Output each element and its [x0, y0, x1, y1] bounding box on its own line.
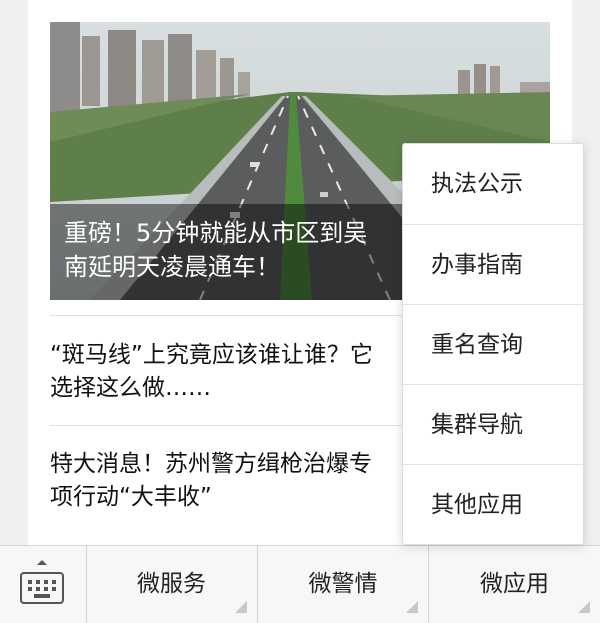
- submenu-indicator-icon: [578, 601, 590, 613]
- tab-label: 微应用: [480, 571, 549, 597]
- keyboard-toggle-button[interactable]: [0, 546, 87, 623]
- submenu-popup: 执法公示 办事指南 重名查询 集群导航 其他应用: [402, 143, 584, 545]
- menu-item-label: 办事指南: [431, 252, 523, 278]
- menu-item-cluster-nav[interactable]: 集群导航: [403, 384, 583, 464]
- menu-item-label: 集群导航: [431, 412, 523, 438]
- menu-item-label: 其他应用: [431, 492, 523, 518]
- tab-wei-app[interactable]: 微应用: [429, 546, 600, 623]
- tab-wei-service[interactable]: 微服务: [86, 546, 258, 623]
- menu-item-name-query[interactable]: 重名查询: [403, 304, 583, 384]
- tab-label: 微警情: [308, 571, 378, 597]
- menu-item-service-guide[interactable]: 办事指南: [403, 224, 583, 304]
- bottom-menu-bar: 微服务 微警情 微应用: [0, 545, 600, 623]
- caret-up-icon: [37, 560, 47, 565]
- menu-item-label: 重名查询: [431, 332, 523, 358]
- submenu-indicator-icon: [235, 601, 247, 613]
- keyboard-icon: [20, 572, 64, 604]
- tab-label: 微服务: [137, 571, 206, 597]
- menu-item-enforcement-notice[interactable]: 执法公示: [403, 144, 583, 224]
- menu-item-other-apps[interactable]: 其他应用: [403, 464, 583, 544]
- menu-item-label: 执法公示: [431, 171, 523, 197]
- tab-wei-alert[interactable]: 微警情: [258, 546, 429, 623]
- submenu-indicator-icon: [406, 601, 418, 613]
